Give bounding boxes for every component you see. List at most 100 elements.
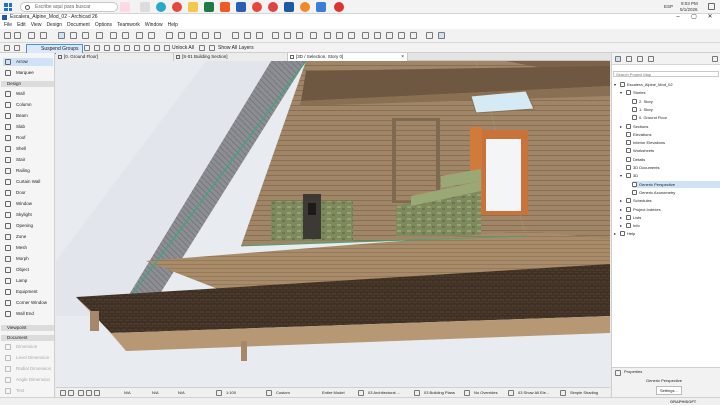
renovation-dropdown[interactable]: 03 Show All Ele...	[518, 389, 549, 397]
fit-in-window-icon[interactable]	[94, 390, 100, 396]
tab-close-icon[interactable]: ×	[401, 53, 404, 61]
expand-chevron-icon[interactable]: ▾	[620, 89, 622, 96]
3d-style-icon[interactable]	[336, 32, 343, 39]
tool-wall[interactable]: Wall	[3, 90, 53, 98]
model-view-dropdown[interactable]: Entire Model	[322, 389, 344, 397]
clock-time[interactable]: 9:03 PM	[681, 1, 698, 6]
project-map-item[interactable]: 3D Documents	[626, 164, 720, 171]
send-backward-icon[interactable]	[154, 45, 160, 51]
distribute-icon[interactable]	[244, 32, 251, 39]
show-all-layers-button[interactable]: Show All Layers	[218, 44, 254, 52]
tool-zone[interactable]: Zone	[3, 233, 53, 241]
tool-lamp[interactable]: Lamp	[3, 277, 53, 285]
tool-text[interactable]: Text	[3, 387, 53, 395]
tool-door[interactable]: Door	[3, 189, 53, 197]
brave-browser-icon[interactable]	[220, 2, 230, 12]
menu-options[interactable]: Options	[95, 21, 112, 29]
patch-icon[interactable]	[104, 45, 110, 51]
teamwork-icon[interactable]	[426, 32, 433, 39]
3d-window-icon[interactable]	[324, 32, 331, 39]
offset-icon[interactable]	[256, 32, 263, 39]
layout-book-icon[interactable]	[637, 56, 643, 62]
expand-chevron-icon[interactable]: ▾	[620, 172, 622, 179]
project-map-item[interactable]: Elevations	[626, 131, 720, 138]
edge-browser-icon[interactable]	[156, 2, 166, 12]
chrome-icon[interactable]	[172, 2, 182, 12]
shading-dropdown[interactable]: Simple Shading	[570, 389, 598, 397]
display-order-icon[interactable]	[134, 45, 140, 51]
mvo-dropdown[interactable]: 03 Building Plans	[424, 389, 455, 397]
project-map-item[interactable]: ▸ Project Indexes	[620, 206, 720, 213]
tool-radial-dimension[interactable]: Radial Dimension	[3, 365, 53, 373]
archicad-icon[interactable]	[284, 2, 294, 12]
tool-equipment[interactable]: Equipment	[3, 288, 53, 296]
pet-palette-icon[interactable]	[166, 32, 173, 39]
tulip-widget-icon[interactable]	[120, 2, 130, 12]
menu-document[interactable]: Document	[67, 21, 90, 29]
project-map-item[interactable]: ▸ Schedules	[620, 197, 720, 204]
tool-shell[interactable]: Shell	[3, 145, 53, 153]
menu-design[interactable]: Design	[46, 21, 62, 29]
project-map-item[interactable]: Worksheets	[626, 147, 720, 154]
unlock-icon[interactable]	[164, 45, 170, 51]
notification-icon[interactable]	[708, 3, 715, 10]
show-layers-icon[interactable]	[209, 45, 215, 51]
menu-edit[interactable]: Edit	[17, 21, 26, 29]
excel-icon[interactable]	[204, 2, 214, 12]
project-map-item[interactable]: Generic Perspective	[632, 180, 720, 188]
lock-icon[interactable]	[148, 32, 155, 39]
split-icon[interactable]	[272, 32, 279, 39]
project-map-item[interactable]: ▸ Lists	[620, 214, 720, 221]
guide-line-icon[interactable]	[110, 32, 117, 39]
menu-view[interactable]: View	[31, 21, 42, 29]
cutaway-icon[interactable]	[348, 32, 355, 39]
layer-visibility-icon[interactable]	[199, 45, 205, 51]
expand-chevron-icon[interactable]: ▸	[620, 222, 622, 229]
marquee-icon[interactable]	[70, 32, 77, 39]
redo-zoom-icon[interactable]	[68, 390, 74, 396]
snap-icon[interactable]	[122, 32, 129, 39]
tool-slab[interactable]: Slab	[3, 123, 53, 131]
tool-mesh[interactable]: Mesh	[3, 244, 53, 252]
tool-morph[interactable]: Morph	[3, 255, 53, 263]
firefox-icon[interactable]	[300, 2, 310, 12]
tab-building-section[interactable]: [S-01 Building Section]	[174, 53, 288, 61]
zoom-out-icon[interactable]	[86, 390, 92, 396]
arrow-tool-icon[interactable]	[58, 32, 65, 39]
project-map-item[interactable]: Interior Elevations	[626, 139, 720, 146]
layer-combo-dropdown[interactable]: 03 Architectural ...	[368, 389, 400, 397]
word-icon[interactable]	[236, 2, 246, 12]
tool-wall-end[interactable]: Wall End	[3, 310, 53, 318]
layer-settings-icon[interactable]	[4, 45, 10, 51]
tool-opening[interactable]: Opening	[3, 222, 53, 230]
project-map-item[interactable]: ▸ Help	[614, 230, 720, 237]
chrome-profile-icon[interactable]	[252, 2, 262, 12]
viewpoint-section-header[interactable]: Viewpoint	[1, 325, 54, 331]
project-map-item[interactable]: ▸ Info	[620, 222, 720, 229]
windows-start-icon[interactable]	[4, 3, 12, 11]
tool-curtain-wall[interactable]: Curtain Wall	[3, 178, 53, 186]
undo-icon[interactable]	[4, 32, 11, 39]
rotate-icon[interactable]	[190, 32, 197, 39]
menu-help[interactable]: Help	[168, 21, 178, 29]
adjust-icon[interactable]	[284, 32, 291, 39]
tool-stair[interactable]: Stair	[3, 156, 53, 164]
align-icon[interactable]	[232, 32, 239, 39]
document-section-header[interactable]: Document	[1, 335, 54, 341]
angle-value[interactable]: N/A	[152, 389, 159, 397]
properties-header[interactable]: Properties	[624, 368, 642, 376]
view-map-icon[interactable]	[626, 56, 632, 62]
layer-icon[interactable]	[40, 32, 47, 39]
file-explorer-icon[interactable]	[188, 2, 198, 12]
expand-chevron-icon[interactable]: ▸	[620, 197, 622, 204]
eye-icon[interactable]	[124, 45, 130, 51]
group-icon[interactable]	[84, 45, 90, 51]
fit-in-window-icon[interactable]	[410, 32, 417, 39]
orbit-icon[interactable]	[362, 32, 369, 39]
pan-icon[interactable]	[374, 32, 381, 39]
tool-beam[interactable]: Beam	[3, 112, 53, 120]
project-map-item[interactable]: 1. Story	[632, 106, 720, 113]
project-map-item[interactable]: ▾ Stories	[620, 89, 720, 96]
expand-chevron-icon[interactable]: ▾	[614, 81, 616, 88]
tool-skylight[interactable]: Skylight	[3, 211, 53, 219]
